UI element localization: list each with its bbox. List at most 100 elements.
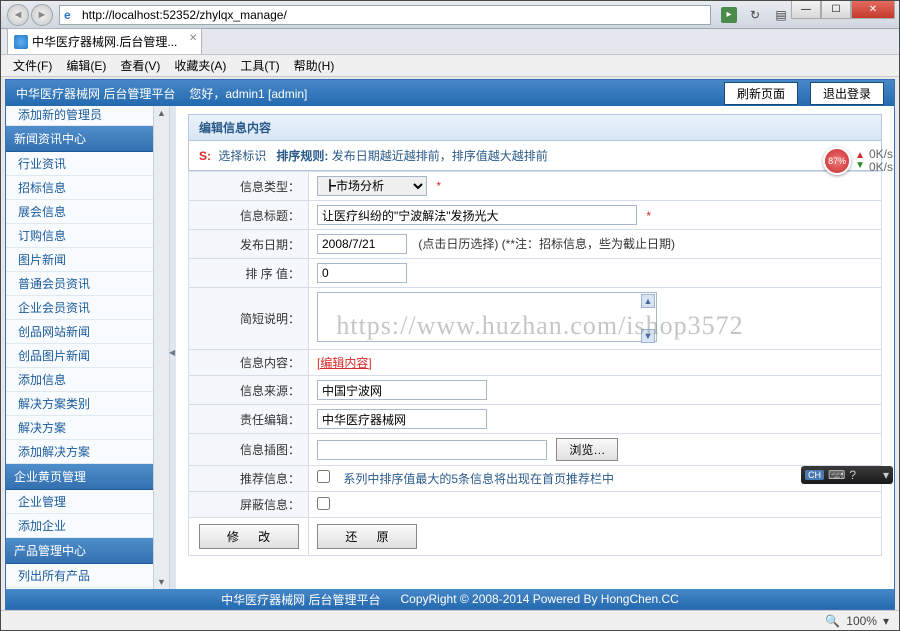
sidebar-item[interactable]: 解决方案类别 xyxy=(6,392,169,416)
sidebar-group-header[interactable]: 新闻资讯中心 xyxy=(6,126,169,152)
sidebar-item[interactable]: 企业会员资讯 xyxy=(6,296,169,320)
app-footer: 中华医疗器械网 后台管理平台 CopyRight © 2008-2014 Pow… xyxy=(6,589,894,609)
sidebar-item[interactable]: 添加信息 xyxy=(6,368,169,392)
ie-icon: e xyxy=(64,8,78,22)
input-title[interactable] xyxy=(317,205,637,225)
sidebar: 添加新的管理员新闻资讯中心行业资讯招标信息展会信息订购信息图片新闻普通会员资讯企… xyxy=(6,106,170,589)
refresh-page-button[interactable]: 刷新页面 xyxy=(724,82,798,105)
browser-toolbar: ◄ ► e ▸ ↻ ▤ ✕ ⌂ ★ ⚙ xyxy=(1,1,899,29)
panel-title: 编辑信息内容 xyxy=(188,114,882,141)
arrow-down-icon: ▼ xyxy=(855,161,865,171)
sidebar-item[interactable]: 招标信息 xyxy=(6,176,169,200)
badge-percent: 87% xyxy=(823,147,851,175)
label-date: 发布日期： xyxy=(189,230,309,259)
minimize-button[interactable]: — xyxy=(791,1,821,19)
browser-statusbar: 🔍 100% ▾ xyxy=(1,610,899,630)
label-shield: 屏蔽信息： xyxy=(189,492,309,518)
reset-button[interactable]: 还 原 xyxy=(317,524,417,549)
footer-brand: 中华医疗器械网 后台管理平台 xyxy=(221,591,380,608)
checkbox-shield[interactable] xyxy=(317,497,330,510)
ime-lang: CH xyxy=(805,470,824,480)
required-star: * xyxy=(646,209,651,223)
tab-close-icon[interactable]: ✕ xyxy=(189,33,197,44)
sidebar-item[interactable]: 创品图片新闻 xyxy=(6,344,169,368)
forward-button[interactable]: ► xyxy=(31,4,53,26)
sidebar-item[interactable]: 添加新的管理员 xyxy=(6,106,169,126)
maximize-button[interactable]: ☐ xyxy=(821,1,851,19)
sidebar-item[interactable]: 展会信息 xyxy=(6,200,169,224)
input-sort[interactable] xyxy=(317,263,407,283)
menu-item[interactable]: 工具(T) xyxy=(234,55,285,76)
label-source: 信息来源： xyxy=(189,376,309,405)
menu-item[interactable]: 编辑(E) xyxy=(60,55,112,76)
checkbox-recommend[interactable] xyxy=(317,470,330,483)
back-button[interactable]: ◄ xyxy=(7,4,29,26)
menu-item[interactable]: 查看(V) xyxy=(114,55,166,76)
menu-item[interactable]: 收藏夹(A) xyxy=(168,55,232,76)
sidebar-scrollbar[interactable] xyxy=(153,106,169,589)
sidebar-group-header[interactable]: 产品管理中心 xyxy=(6,538,169,564)
stop-icon[interactable]: ▸ xyxy=(721,7,737,23)
tab-title: 中华医疗器械网.后台管理... xyxy=(32,33,177,50)
input-source[interactable] xyxy=(317,380,487,400)
tab-strip: 中华医疗器械网.后台管理... ✕ xyxy=(1,29,899,55)
sidebar-item[interactable]: 解决方案 xyxy=(6,416,169,440)
sidebar-item[interactable]: 列出所有产品 xyxy=(6,564,169,588)
compat-icon[interactable]: ▤ xyxy=(773,7,789,23)
sidebar-item[interactable]: 企业管理 xyxy=(6,490,169,514)
browser-tab[interactable]: 中华医疗器械网.后台管理... ✕ xyxy=(7,28,202,54)
ime-option-icon: ▾ xyxy=(883,468,889,482)
app-brand: 中华医疗器械网 后台管理平台 xyxy=(16,85,175,102)
zoom-icon[interactable]: 🔍 xyxy=(825,614,840,628)
textarea-up-icon[interactable]: ▲ xyxy=(641,294,655,308)
textarea-down-icon[interactable]: ▼ xyxy=(641,329,655,343)
label-sort: 排 序 值： xyxy=(189,259,309,288)
window-controls: — ☐ ✕ xyxy=(791,1,895,19)
refresh-icon[interactable]: ↻ xyxy=(747,7,763,23)
submit-button[interactable]: 修 改 xyxy=(199,524,299,549)
sidebar-item[interactable]: 添加企业 xyxy=(6,514,169,538)
menu-item[interactable]: 文件(F) xyxy=(7,55,58,76)
sidebar-item[interactable]: 图片新闻 xyxy=(6,248,169,272)
ime-bar[interactable]: CH ⌨ ? ▾ xyxy=(801,466,893,484)
sidebar-item[interactable]: 添加解决方案 xyxy=(6,440,169,464)
address-bar[interactable]: e xyxy=(59,5,711,25)
sidebar-item[interactable]: 普通会员资讯 xyxy=(6,272,169,296)
speed-down: 0K/s xyxy=(869,161,893,174)
sidebar-item[interactable]: 创品网站新闻 xyxy=(6,320,169,344)
logout-button[interactable]: 退出登录 xyxy=(810,82,884,105)
content-area: 编辑信息内容 S: 选择标识 排序规则: 发布日期越近越排前，排序值越大越排前 … xyxy=(176,106,894,589)
footer-copy: CopyRight © 2008-2014 Powered By HongChe… xyxy=(401,592,679,606)
required-star: * xyxy=(436,179,441,193)
label-title: 信息标题： xyxy=(189,201,309,230)
input-image-path[interactable] xyxy=(317,440,547,460)
date-hint: (点击日历选择) (**注：招标信息，些为截止日期) xyxy=(418,237,675,251)
greeting: 您好，admin1 [admin] xyxy=(189,85,307,102)
label-type: 信息类型： xyxy=(189,172,309,201)
url-input[interactable] xyxy=(82,8,706,22)
zoom-dropdown-icon[interactable]: ▾ xyxy=(883,614,889,628)
ime-keyboard-icon: ⌨ xyxy=(828,468,845,482)
close-button[interactable]: ✕ xyxy=(851,1,895,19)
sidebar-item[interactable]: 行业资讯 xyxy=(6,152,169,176)
sidebar-item[interactable]: 产品类别管理 xyxy=(6,588,169,589)
input-date[interactable] xyxy=(317,234,407,254)
sidebar-group-header[interactable]: 企业黄页管理 xyxy=(6,464,169,490)
label-image: 信息插图： xyxy=(189,434,309,466)
admin-app: 中华医疗器械网 后台管理平台 您好，admin1 [admin] 刷新页面 退出… xyxy=(5,79,895,610)
edit-form: 信息类型： ┣市场分析 * 信息标题： * xyxy=(188,171,882,556)
textarea-brief[interactable] xyxy=(317,292,657,342)
network-badge[interactable]: 87% ▲ ▼ 0K/s 0K/s xyxy=(823,147,893,175)
ime-help-icon: ? xyxy=(849,468,856,482)
label-content: 信息内容： xyxy=(189,350,309,376)
sort-rule-row: S: 选择标识 排序规则: 发布日期越近越排前，排序值越大越排前 xyxy=(188,141,882,171)
input-editor[interactable] xyxy=(317,409,487,429)
sidebar-item[interactable]: 订购信息 xyxy=(6,224,169,248)
edit-content-link[interactable]: [编辑内容] xyxy=(317,356,372,370)
browser-menubar: 文件(F)编辑(E)查看(V)收藏夹(A)工具(T)帮助(H) xyxy=(1,55,899,77)
zoom-level: 100% xyxy=(846,614,877,628)
browse-button[interactable]: 浏览… xyxy=(556,438,618,461)
menu-item[interactable]: 帮助(H) xyxy=(288,55,341,76)
label-editor: 责任编辑： xyxy=(189,405,309,434)
select-type[interactable]: ┣市场分析 xyxy=(317,176,427,196)
